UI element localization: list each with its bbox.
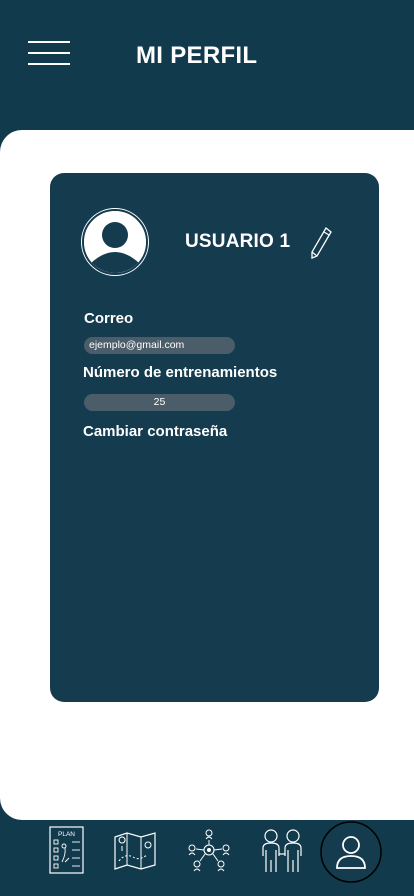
change-password-link[interactable]: Cambiar contraseña bbox=[83, 423, 227, 440]
email-label: Correo bbox=[84, 310, 134, 327]
app-header: MI PERFIL bbox=[0, 0, 414, 140]
user-avatar-icon bbox=[84, 211, 146, 273]
nav-map[interactable] bbox=[113, 831, 157, 871]
trainings-field: 25 bbox=[84, 394, 235, 411]
nav-profile[interactable] bbox=[320, 821, 382, 883]
plan-checklist-icon: PLAN bbox=[49, 826, 84, 874]
nav-people[interactable] bbox=[260, 828, 304, 874]
map-icon bbox=[114, 832, 156, 870]
profile-card: USUARIO 1 Correo ejemplo@gmail.com Númer… bbox=[50, 173, 379, 702]
avatar[interactable] bbox=[82, 209, 148, 275]
nav-plan[interactable]: PLAN bbox=[49, 826, 85, 874]
user-profile-icon bbox=[320, 821, 382, 883]
team-network-icon bbox=[188, 829, 230, 872]
bottom-navigation: PLAN bbox=[0, 820, 414, 896]
plan-icon-text: PLAN bbox=[58, 831, 75, 838]
hamburger-menu-icon[interactable] bbox=[28, 40, 72, 68]
nav-team[interactable] bbox=[186, 828, 232, 872]
email-field[interactable]: ejemplo@gmail.com bbox=[84, 337, 235, 354]
edit-pencil-icon[interactable] bbox=[308, 225, 334, 261]
username: USUARIO 1 bbox=[185, 231, 291, 252]
trainings-label: Número de entrenamientos bbox=[83, 364, 278, 381]
page-title: MI PERFIL bbox=[136, 42, 258, 69]
people-icon bbox=[262, 829, 302, 872]
